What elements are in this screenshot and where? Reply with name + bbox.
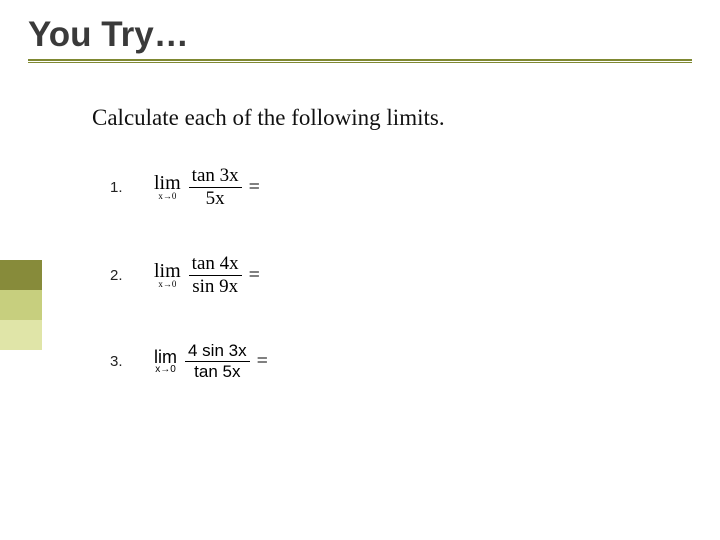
problem-number: 3. [110,353,128,370]
equals-sign: = [257,350,268,373]
problem-list: 1. lim x→0 tan 3x 5x = 2. lim x→0 [110,166,680,380]
fraction: tan 3x 5x [189,166,242,209]
list-item: 3. lim x→0 4 sin 3x tan 5x = [110,342,680,381]
lim-label: lim [154,173,181,193]
limit-expression: lim x→0 tan 4x sin 9x = [154,254,260,297]
lim-symbol: lim x→0 [154,261,181,289]
problem-number: 1. [110,179,128,196]
accent-bar-light [0,320,42,350]
lim-label: lim [154,261,181,281]
title-underline [28,59,692,63]
accent-bar-mid [0,290,42,320]
slide-content: Calculate each of the following limits. … [92,105,680,380]
numerator: tan 3x [189,166,242,186]
fraction: 4 sin 3x tan 5x [185,342,250,381]
limit-expression: lim x→0 tan 3x 5x = [154,166,260,209]
left-accent-bars [0,260,42,350]
problem-number: 2. [110,267,128,284]
lim-label: lim [154,348,177,366]
list-item: 1. lim x→0 tan 3x 5x = [110,166,680,209]
lim-subscript: x→0 [155,365,176,375]
equals-sign: = [249,176,260,199]
slide-header: You Try… [28,15,692,63]
fraction: tan 4x sin 9x [189,254,242,297]
limit-expression: lim x→0 4 sin 3x tan 5x = [154,342,268,381]
numerator: tan 4x [189,254,242,274]
lim-symbol: lim x→0 [154,348,177,375]
lim-subscript: x→0 [158,192,176,201]
lim-subscript: x→0 [158,280,176,289]
list-item: 2. lim x→0 tan 4x sin 9x = [110,254,680,297]
instruction-text: Calculate each of the following limits. [92,105,680,131]
numerator: 4 sin 3x [185,342,250,360]
denominator: 5x [203,189,228,209]
denominator: sin 9x [189,277,241,297]
denominator: tan 5x [191,363,243,381]
slide-title: You Try… [28,15,692,57]
lim-symbol: lim x→0 [154,173,181,201]
equals-sign: = [249,264,260,287]
accent-bar-dark [0,260,42,290]
